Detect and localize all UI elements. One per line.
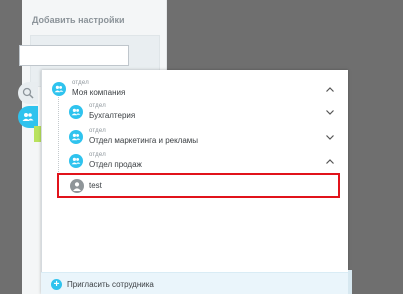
chevron-up-icon[interactable] — [325, 84, 335, 94]
node-type-label: отдел — [89, 128, 106, 134]
chevron-down-icon[interactable] — [325, 132, 335, 142]
search-icon — [22, 87, 34, 99]
node-type-label: отдел — [72, 80, 89, 86]
employee-name: test — [89, 181, 102, 190]
invite-label: Пригласить сотрудника — [67, 280, 154, 289]
search-tab[interactable] — [18, 82, 38, 104]
node-type-label: отдел — [89, 103, 106, 109]
chevron-down-icon[interactable] — [325, 107, 335, 117]
node-name: Бухгалтерия — [89, 111, 136, 120]
node-name: Моя компания — [72, 88, 126, 97]
settings-title: Добавить настройки — [32, 15, 125, 25]
chevron-up-icon[interactable] — [325, 156, 335, 166]
tree-connector — [58, 97, 59, 182]
scrollbar-edge — [348, 270, 352, 294]
department-icon — [52, 82, 66, 96]
user-avatar-icon — [70, 179, 84, 193]
node-name: Отдел продаж — [89, 160, 142, 169]
node-type-label: отдел — [89, 152, 106, 158]
tree-node-department[interactable]: отдел Отдел маркетинга и рекламы — [69, 127, 342, 149]
department-icon — [69, 130, 83, 144]
tree-node-root[interactable]: отдел Моя компания — [52, 79, 342, 101]
tree-node-department[interactable]: отдел Отдел продаж — [69, 151, 342, 173]
department-icon — [69, 105, 83, 119]
tree-node-department[interactable]: отдел Бухгалтерия — [69, 102, 342, 124]
screen: Добавить настройки отдел Моя компания от… — [0, 0, 403, 294]
employee-row-selected[interactable]: test — [57, 173, 340, 198]
node-name: Отдел маркетинга и рекламы — [89, 136, 199, 145]
users-tab[interactable] — [18, 106, 38, 128]
users-icon — [22, 113, 34, 121]
settings-input[interactable] — [19, 45, 129, 66]
invite-employee-button[interactable]: + Пригласить сотрудника — [41, 272, 348, 294]
department-icon — [69, 154, 83, 168]
plus-icon: + — [51, 279, 62, 290]
